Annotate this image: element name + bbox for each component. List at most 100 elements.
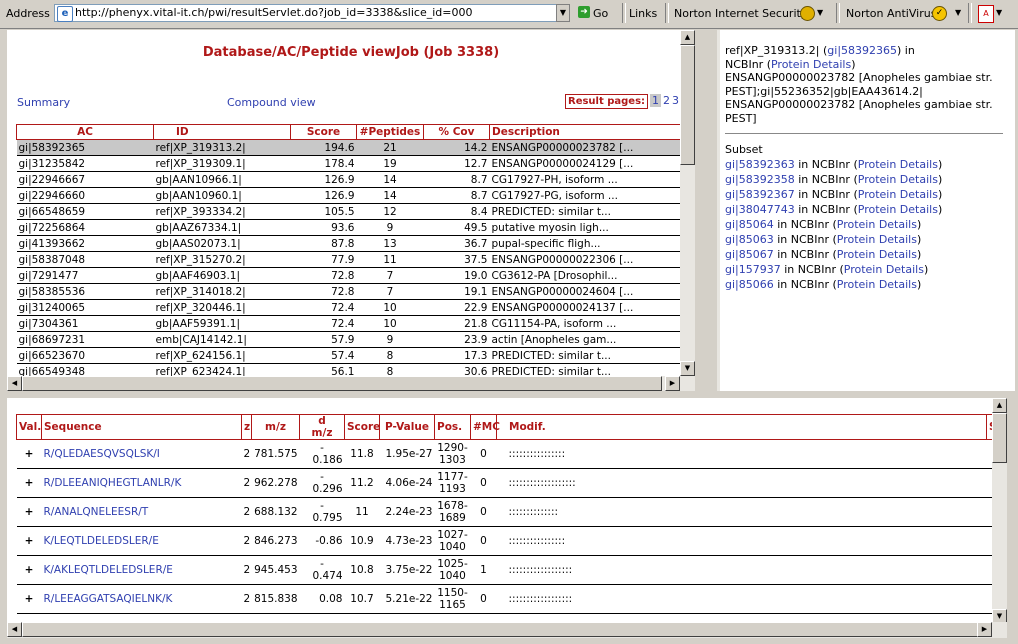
table-row[interactable]: gi|22946660 gb|AAN10960.1| 126.9 14 8.7 CG179…	[16, 187, 695, 204]
expand-button[interactable]: +	[16, 526, 42, 556]
col-header-mz[interactable]: m/z	[251, 414, 300, 440]
scroll-thumb[interactable]	[22, 622, 982, 637]
subset-gi-link[interactable]: gi|38047743	[725, 203, 795, 216]
col-header-pos[interactable]: Pos.	[434, 414, 471, 440]
cell-sequence[interactable]: K/LEQTLDELEDSLER/E	[41, 526, 242, 556]
expand-button[interactable]: +	[16, 439, 42, 469]
chevron-down-icon[interactable]: ▼	[996, 8, 1002, 17]
protein-gi-link[interactable]: gi|58392365	[827, 44, 897, 57]
table-row[interactable]: + R/QLEDAESQVSQLSK/I 2 781.575-0.186 11.8 1.9…	[16, 439, 1007, 469]
col-header-description[interactable]: Description	[489, 124, 695, 140]
scroll-left-button[interactable]: ◀	[7, 376, 22, 391]
cell-sequence[interactable]: R/DLEEANIQHEGTLANLR/K	[41, 468, 242, 498]
protein-details-link[interactable]: Protein Details	[844, 263, 924, 276]
subset-gi-link[interactable]: gi|85066	[725, 278, 774, 291]
summary-link[interactable]: Summary	[17, 96, 70, 109]
col-header-modif[interactable]: Modif.	[496, 414, 987, 440]
page-link-3[interactable]: 3	[672, 94, 679, 107]
col-header-score[interactable]: Score	[290, 124, 357, 140]
protein-details-link[interactable]: Protein Details	[837, 218, 917, 231]
scroll-right-button[interactable]: ▶	[665, 376, 680, 391]
chevron-down-icon[interactable]: ▼	[955, 8, 961, 17]
col-header-sequence[interactable]: Sequence	[41, 414, 242, 440]
url-dropdown-button[interactable]: ▼	[556, 4, 570, 22]
cell-sequence[interactable]: R/QLEDAESQVSQLSK/I	[41, 439, 242, 469]
table-row[interactable]: gi|41393662 gb|AAS02073.1| 87.8 13 36.7 pupal…	[16, 235, 695, 252]
page-link-2[interactable]: 2	[663, 94, 670, 107]
table-row[interactable]: + R/DLEEANIQHEGTLANLR/K 2 962.278-0.296 11.2…	[16, 468, 1007, 498]
expand-button[interactable]: +	[16, 497, 42, 527]
go-arrow-icon[interactable]: ➜	[578, 6, 590, 18]
table-row[interactable]: + K/AKLEQTLDELEDSLER/E 2 945.453-0.474 10.8 3…	[16, 555, 1007, 585]
pdf-icon[interactable]: A	[978, 5, 994, 23]
subset-gi-link[interactable]: gi|58392358	[725, 173, 795, 186]
table-row[interactable]: gi|22946667 gb|AAN10966.1| 126.9 14 8.7 CG179…	[16, 171, 695, 188]
col-header-id[interactable]: ID	[153, 124, 291, 140]
protein-details-link[interactable]: Protein Details	[771, 58, 851, 71]
compound-view-link[interactable]: Compound view	[227, 96, 316, 109]
protein-details-link[interactable]: Protein Details	[858, 173, 938, 186]
norton-antivirus-button[interactable]: Norton AntiVirus	[846, 7, 936, 20]
col-header-ac[interactable]: AC	[16, 124, 154, 140]
table-row[interactable]: gi|7304361 gb|AAF59391.1| 72.4 10 21.8 CG1115…	[16, 315, 695, 332]
subset-gi-link[interactable]: gi|85063	[725, 233, 774, 246]
subset-gi-link[interactable]: gi|85064	[725, 218, 774, 231]
norton-globe-icon[interactable]	[800, 6, 815, 21]
norton-antivirus-icon[interactable]: ✓	[932, 6, 947, 21]
table-row[interactable]: + K/LEQTLDELEDSLER/E 2 846.273 -0.86 10.9 4.73…	[16, 526, 1007, 556]
scroll-thumb[interactable]	[992, 413, 1007, 463]
subset-gi-link[interactable]: gi|157937	[725, 263, 781, 276]
table-row[interactable]: + R/LEEAGGATSAQIELNK/K 2 815.838 0.08 10.7 5.2…	[16, 584, 1007, 614]
protein-details-link[interactable]: Protein Details	[858, 158, 938, 171]
protein-details-link[interactable]: Protein Details	[837, 248, 917, 261]
page-link-1[interactable]: 1	[650, 94, 662, 107]
norton-internet-security-button[interactable]: Norton Internet Security	[674, 7, 807, 20]
table-row[interactable]: gi|58387048 ref|XP_315270.2| 77.9 11 37.5 ENS…	[16, 251, 695, 268]
cell-sequence[interactable]: K/AKLEQTLDELEDSLER/E	[41, 555, 242, 585]
table-row[interactable]: gi|31240065 ref|XP_320446.1| 72.4 10 22.9 ENS…	[16, 299, 695, 316]
col-header-dmz[interactable]: d m/z	[299, 414, 345, 440]
scroll-down-button[interactable]: ▼	[680, 361, 695, 376]
table-row[interactable]: gi|58392365 ref|XP_319313.2| 194.6 21 14.2 EN…	[16, 139, 695, 156]
table-row[interactable]: gi|72256864 gb|AAZ67334.1| 93.6 9 49.5 putati…	[16, 219, 695, 236]
table-row[interactable]: + R/ANALQNELEESR/T 2 688.132-0.795 11 2.24e-2…	[16, 497, 1007, 527]
table-row[interactable]: gi|66548659 ref|XP_393334.2| 105.5 12 8.4 PRE…	[16, 203, 695, 220]
subset-gi-link[interactable]: gi|58392367	[725, 188, 795, 201]
protein-details-link[interactable]: Protein Details	[858, 188, 938, 201]
scroll-up-button[interactable]: ▲	[680, 30, 695, 45]
table-row[interactable]: gi|68697231 emb|CAJ14142.1| 57.9 9 23.9 actin…	[16, 331, 695, 348]
protein-details-link[interactable]: Protein Details	[837, 233, 917, 246]
go-button[interactable]: Go	[593, 7, 608, 20]
table-row[interactable]: gi|58385536 ref|XP_314018.2| 72.8 7 19.1 ENSA…	[16, 283, 695, 300]
expand-button[interactable]: +	[16, 584, 42, 614]
cell-sequence[interactable]: R/ANALQNELEESR/T	[41, 497, 242, 527]
expand-button[interactable]: +	[16, 468, 42, 498]
col-header-pvalue[interactable]: P-Value	[379, 414, 435, 440]
protein-details-link[interactable]: Protein Details	[837, 278, 917, 291]
scroll-right-button[interactable]: ▶	[977, 622, 992, 637]
col-header-coverage[interactable]: % Cov	[423, 124, 490, 140]
scroll-up-button[interactable]: ▲	[992, 398, 1007, 413]
col-header-val[interactable]: Val.	[16, 414, 42, 440]
horizontal-scrollbar[interactable]: ◀ ▶	[7, 376, 695, 391]
vertical-scrollbar[interactable]: ▲ ▼	[680, 30, 695, 376]
expand-button[interactable]: +	[16, 555, 42, 585]
table-row[interactable]: gi|31235842 ref|XP_319309.1| 178.4 19 12.7 EN…	[16, 155, 695, 172]
col-header-mc[interactable]: #MC	[470, 414, 500, 440]
scroll-thumb[interactable]	[22, 376, 662, 391]
col-header-peptides[interactable]: #Peptides	[356, 124, 424, 140]
scroll-left-button[interactable]: ◀	[7, 622, 22, 637]
table-row[interactable]: gi|7291477 gb|AAF46903.1| 72.8 7 19.0 CG3612-…	[16, 267, 695, 284]
table-row[interactable]: gi|66523670 ref|XP_624156.1| 57.4 8 17.3 PRED…	[16, 347, 695, 364]
protein-details-link[interactable]: Protein Details	[858, 203, 938, 216]
cell-sequence[interactable]: R/LEEAGGATSAQIELNK/K	[41, 584, 242, 614]
vertical-scrollbar[interactable]: ▲ ▼	[992, 398, 1007, 624]
horizontal-scrollbar[interactable]: ◀ ▶	[7, 622, 1007, 638]
subset-gi-link[interactable]: gi|58392363	[725, 158, 795, 171]
subset-gi-link[interactable]: gi|85067	[725, 248, 774, 261]
scroll-thumb[interactable]	[680, 45, 695, 165]
links-button[interactable]: Links	[629, 7, 657, 20]
url-input[interactable]: e http://phenyx.vital-it.ch/pwi/resultSe…	[54, 4, 570, 22]
col-header-score[interactable]: Score	[344, 414, 380, 440]
chevron-down-icon[interactable]: ▼	[817, 8, 823, 17]
